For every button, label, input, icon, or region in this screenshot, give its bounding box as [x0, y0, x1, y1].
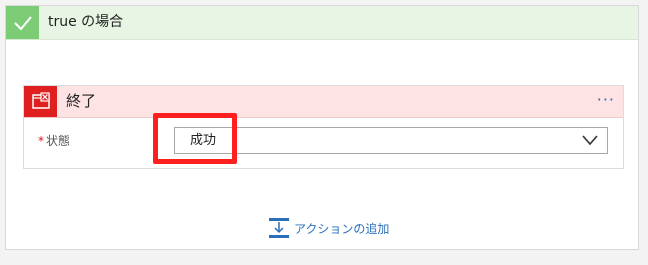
terminate-icon — [24, 86, 57, 117]
condition-branch-header[interactable]: true の場合 — [6, 6, 638, 40]
condition-branch-title: true の場合 — [48, 14, 124, 30]
condition-branch-card: true の場合 終了 ··· * 状態 成功 アクションの追加 — [5, 5, 639, 250]
terminate-action-card: 終了 ··· * 状態 成功 — [23, 85, 624, 169]
status-dropdown[interactable]: 成功 — [174, 127, 608, 154]
add-step-icon — [269, 218, 289, 238]
chevron-down-icon — [582, 135, 598, 146]
checkmark-icon — [6, 6, 39, 39]
status-field-label: * 状態 — [38, 132, 70, 149]
status-label-text: 状態 — [46, 134, 71, 148]
terminate-action-header[interactable]: 終了 ··· — [24, 86, 623, 118]
add-action-label: アクションの追加 — [294, 222, 390, 236]
status-dropdown-value: 成功 — [190, 133, 217, 148]
required-marker: * — [38, 134, 44, 148]
terminate-action-title: 終了 — [66, 92, 97, 110]
more-options-button[interactable]: ··· — [597, 86, 615, 117]
